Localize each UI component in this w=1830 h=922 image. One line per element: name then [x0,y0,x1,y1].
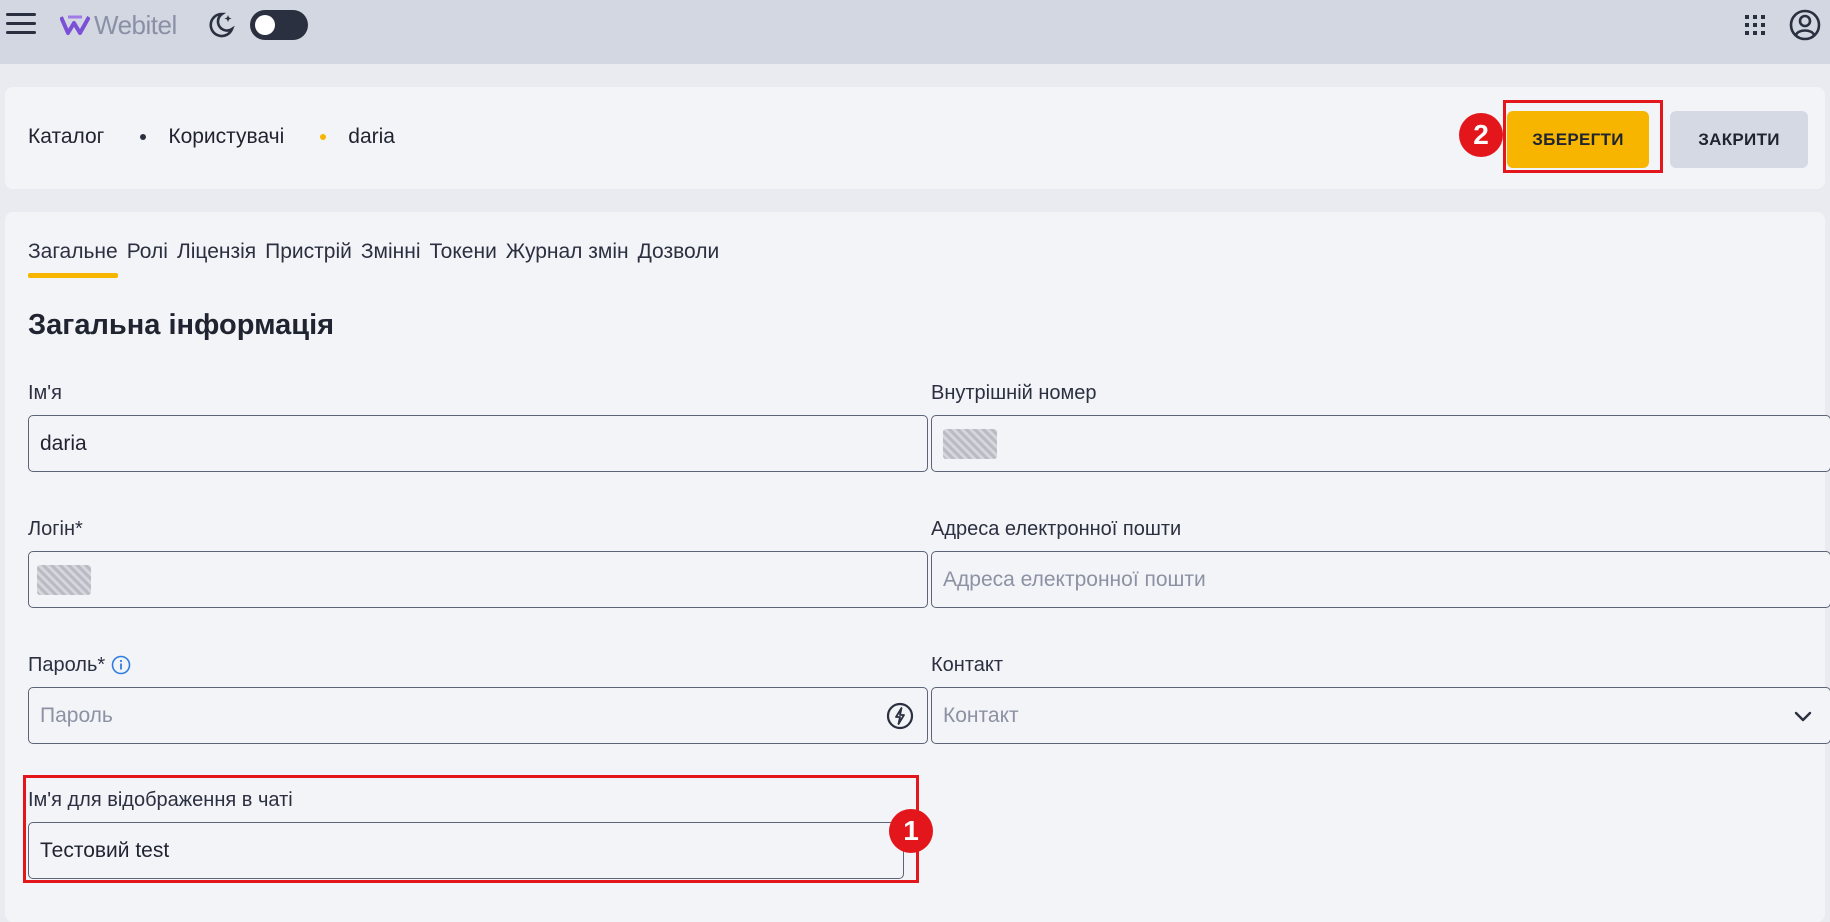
password-input[interactable]: Пароль [28,687,928,744]
extension-input[interactable] [931,415,1830,472]
tab-tokens[interactable]: Токени [430,240,497,278]
annotation-badge-1: 1 [889,809,933,853]
close-button[interactable]: ЗАКРИТИ [1670,111,1808,168]
contact-field-group: Контакт Контакт [931,650,1830,744]
breadcrumb-item-users[interactable]: Користувачі [168,125,284,149]
email-field-group: Адреса електронної пошти Адреса електрон… [931,514,1830,608]
section-title: Загальна інформація [28,309,335,341]
extension-field-group: Внутрішній номер [931,378,1830,472]
tab-roles[interactable]: Ролі [127,240,168,278]
annotation-badge-2: 2 [1459,113,1503,157]
apps-grid-icon[interactable] [1740,10,1770,40]
account-icon[interactable] [1788,8,1822,42]
webitel-logo[interactable]: Webitel [60,10,177,40]
password-field-group: Пароль* Пароль [28,650,928,744]
logo-text: Webitel [94,9,177,40]
save-button[interactable]: ЗБЕРЕГТИ [1507,111,1649,168]
name-input[interactable]: daria [28,415,928,472]
breadcrumb-item-current: daria [348,125,395,148]
tab-license[interactable]: Ліцензія [177,240,256,278]
breadcrumb-separator [140,134,147,140]
name-label: Ім'я [28,381,62,404]
generate-password-icon[interactable] [885,701,915,731]
contact-placeholder: Контакт [943,703,1019,727]
tab-variables[interactable]: Змінні [361,240,421,278]
header-panel: Каталог Користувачі daria 2 ЗБЕРЕГТИ ЗАК… [5,87,1825,189]
redacted-value [37,564,91,595]
password-label-row: Пароль* [28,650,928,680]
login-input[interactable] [28,551,928,608]
top-bar: Webitel [0,0,1830,64]
info-icon[interactable] [111,655,131,675]
chat-name-input[interactable]: Тестовий test [28,822,904,879]
login-label: Логін* [28,517,83,540]
hamburger-menu-icon[interactable] [6,10,36,38]
tabs: Загальне Ролі Ліцензія Пристрій Змінні Т… [28,240,719,278]
breadcrumb: Каталог Користувачі daria [28,125,395,149]
name-field-group: Ім'я daria [28,378,928,472]
contact-select[interactable]: Контакт [931,687,1830,744]
password-label: Пароль* [28,653,106,676]
tab-device[interactable]: Пристрій [265,240,352,278]
tab-permissions[interactable]: Дозволи [638,240,720,278]
contact-label: Контакт [931,653,1004,676]
password-placeholder: Пароль [40,703,113,727]
email-input[interactable]: Адреса електронної пошти [931,551,1830,608]
tab-change-log[interactable]: Журнал змін [506,240,629,278]
redacted-value [943,428,997,459]
main-panel: Загальне Ролі Ліцензія Пристрій Змінні Т… [5,212,1830,922]
chat-name-field-group: Ім'я для відображення в чаті Тестовий te… [28,785,904,879]
email-label: Адреса електронної пошти [931,517,1182,540]
login-field-group: Логін* [28,514,928,608]
theme-toggle[interactable] [250,10,308,40]
webitel-logo-icon [60,15,90,35]
tab-general[interactable]: Загальне [28,240,118,278]
breadcrumb-separator-active [320,134,327,140]
toggle-knob [255,15,275,35]
extension-label: Внутрішній номер [931,381,1097,404]
chevron-down-icon[interactable] [1788,701,1818,731]
breadcrumb-item-catalog[interactable]: Каталог [28,125,104,149]
moon-icon [209,12,235,38]
chat-name-label: Ім'я для відображення в чаті [28,788,293,811]
